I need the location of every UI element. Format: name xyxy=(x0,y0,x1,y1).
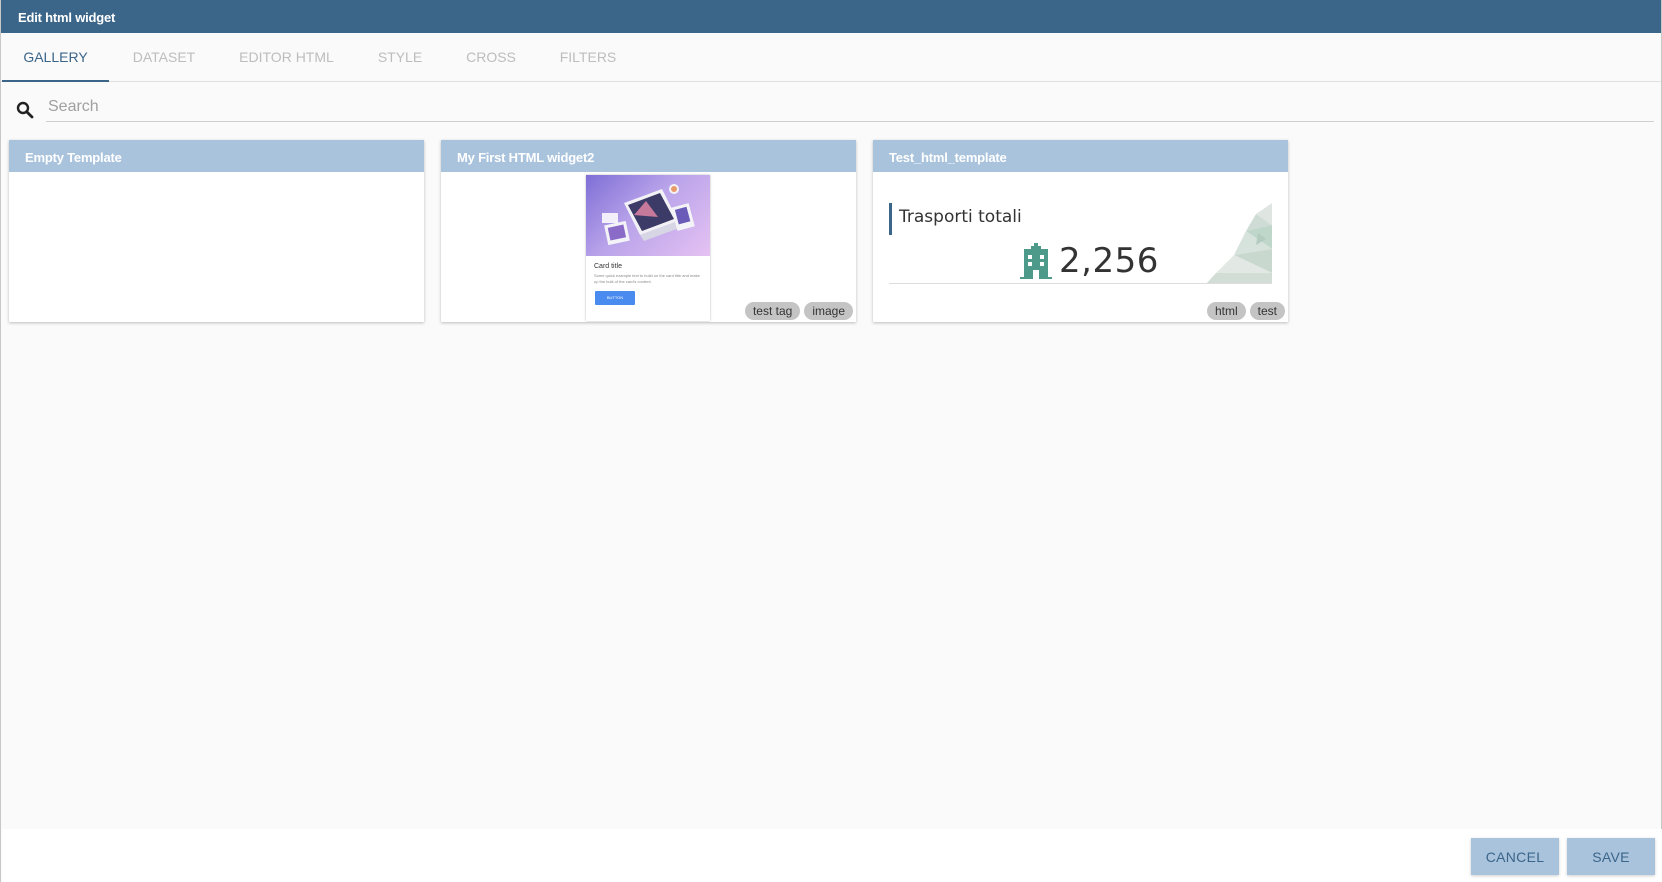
search-input[interactable] xyxy=(46,92,1654,122)
tab-editor-html[interactable]: EDITOR HTML xyxy=(224,33,349,82)
template-card-empty[interactable]: Empty Template xyxy=(9,140,424,322)
preview-card-title: Card title xyxy=(594,263,623,270)
preview-image xyxy=(586,175,710,256)
tab-filters[interactable]: FILTERS xyxy=(546,33,630,82)
card-title: Test_html_template xyxy=(873,140,1288,172)
preview-card-text: Some quick example text to build on the … xyxy=(594,273,700,284)
triangle-pattern-decoration xyxy=(1206,203,1272,283)
card-preview: Card title Some quick example text to bu… xyxy=(441,172,856,322)
template-card-test-html-template[interactable]: Test_html_template Trasporti totali 2,25… xyxy=(873,140,1288,322)
card-preview: Trasporti totali 2,256 html test xyxy=(873,172,1288,322)
template-card-my-first-html-widget2[interactable]: My First HTML widget2 Card title Some qu… xyxy=(441,140,856,322)
tag-list: test tag image xyxy=(744,302,853,320)
tag-chip: test xyxy=(1249,302,1285,320)
tab-cross[interactable]: CROSS xyxy=(456,33,526,82)
card-title: Empty Template xyxy=(9,140,424,172)
tab-style[interactable]: STYLE xyxy=(364,33,436,82)
laptop-illustration-icon xyxy=(602,184,695,246)
card-title: My First HTML widget2 xyxy=(441,140,856,172)
search-bar xyxy=(1,90,1661,122)
tag-chip: test tag xyxy=(744,302,801,320)
card-preview xyxy=(9,172,424,322)
kpi-widget-preview: Trasporti totali 2,256 xyxy=(889,187,1272,284)
kpi-value: 2,256 xyxy=(1059,241,1159,281)
tag-list: html test xyxy=(1206,302,1285,320)
preview-card-thumbnail: Card title Some quick example text to bu… xyxy=(586,175,710,321)
kpi-label: Trasporti totali xyxy=(899,207,1022,227)
hospital-icon xyxy=(1020,243,1052,279)
tag-chip: html xyxy=(1206,302,1246,320)
dialog-title: Edit html widget xyxy=(1,0,1661,33)
save-button[interactable]: SAVE xyxy=(1567,838,1655,875)
tag-chip: image xyxy=(804,302,853,320)
preview-card-button: BUTTON xyxy=(595,291,635,305)
kpi-accent-bar xyxy=(889,203,892,235)
dialog-footer: CANCEL SAVE xyxy=(2,829,1662,882)
tab-gallery[interactable]: GALLERY xyxy=(2,33,109,82)
tab-bar: GALLERY DATASET EDITOR HTML STYLE CROSS … xyxy=(1,33,1661,82)
cancel-button[interactable]: CANCEL xyxy=(1471,838,1559,875)
edit-widget-dialog: Edit html widget GALLERY DATASET EDITOR … xyxy=(0,0,1662,882)
search-icon xyxy=(16,101,34,119)
tab-dataset[interactable]: DATASET xyxy=(114,33,214,82)
